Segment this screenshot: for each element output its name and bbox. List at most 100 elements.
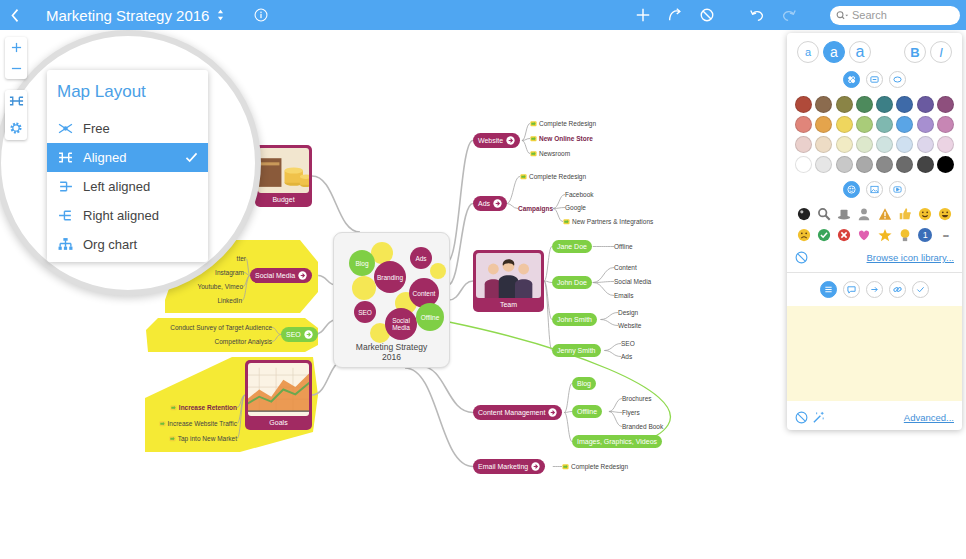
color-swatch[interactable] [937, 96, 954, 113]
color-swatch[interactable] [836, 156, 853, 173]
subtopic-pill[interactable]: Images, Graphics, Videos [572, 435, 662, 448]
color-swatch[interactable] [876, 136, 893, 153]
relation-button[interactable] [664, 4, 686, 26]
layout-option[interactable]: Free [47, 114, 208, 143]
subtopic-text[interactable]: Competitor Analysis [215, 336, 272, 347]
star-icon[interactable] [876, 227, 893, 243]
subtopic-text[interactable]: LinkedIn [217, 295, 242, 306]
notes-editor[interactable] [787, 306, 962, 401]
subtopic-text[interactable]: Tap into New Market [169, 433, 237, 444]
color-swatch[interactable] [815, 156, 832, 173]
color-swatch[interactable] [937, 136, 954, 153]
warning-icon[interactable] [876, 206, 893, 222]
subtopic-pill[interactable]: Offline [572, 405, 602, 418]
color-swatch[interactable] [937, 116, 954, 133]
color-swatch[interactable] [836, 136, 853, 153]
heart-icon[interactable] [856, 227, 873, 243]
color-swatch[interactable] [917, 116, 934, 133]
subtopic-text[interactable]: Complete Redesign [562, 461, 628, 472]
subtopic-text[interactable]: tter [237, 253, 246, 264]
color-swatch[interactable] [896, 136, 913, 153]
search-icon[interactable] [815, 206, 832, 222]
shape-tab[interactable] [889, 71, 906, 88]
map-title[interactable]: Marketing Strategy 2016 [46, 7, 209, 24]
layout-icon[interactable] [9, 95, 24, 107]
note-icon[interactable] [563, 218, 570, 225]
note-icon[interactable] [562, 463, 569, 470]
image-topic[interactable]: Team [473, 250, 544, 312]
branch-topic[interactable]: Content Management [473, 405, 562, 420]
border-tab[interactable] [866, 71, 883, 88]
subtopic-text[interactable]: New Online Store [530, 133, 593, 144]
color-swatch[interactable] [896, 96, 913, 113]
layout-option[interactable]: Aligned [47, 143, 208, 172]
arrow-tab[interactable] [866, 281, 883, 298]
search-field[interactable] [830, 6, 960, 25]
color-swatch[interactable] [917, 96, 934, 113]
advanced-link[interactable]: Advanced... [904, 412, 954, 423]
layout-option[interactable]: Right aligned [47, 201, 208, 230]
branch-topic[interactable]: Ads [473, 196, 507, 211]
subtopic-text[interactable]: Offline [614, 241, 633, 252]
image-topic[interactable]: Budget [255, 145, 312, 207]
subtopic-text[interactable]: SEO [621, 338, 635, 349]
color-swatch[interactable] [917, 156, 934, 173]
image-tab[interactable] [866, 181, 883, 198]
comment-tab[interactable] [843, 281, 860, 298]
font-size-button[interactable]: a [797, 41, 819, 63]
bulb-icon[interactable] [896, 227, 913, 243]
note-icon[interactable] [170, 404, 177, 411]
color-swatch[interactable] [896, 116, 913, 133]
relationship-line[interactable] [449, 322, 670, 443]
color-swatch[interactable] [795, 116, 812, 133]
color-swatch[interactable] [795, 156, 812, 173]
color-swatch[interactable] [836, 96, 853, 113]
subtopic-pill[interactable]: Jane Doe [552, 240, 592, 253]
cross-icon[interactable] [836, 227, 853, 243]
search-input[interactable] [852, 9, 954, 21]
subtopic-text[interactable]: Flyers [622, 407, 640, 418]
note-icon[interactable] [530, 135, 537, 142]
frown-icon[interactable] [795, 227, 812, 243]
number-icon[interactable]: 1 [917, 227, 934, 243]
subtopic-text[interactable]: Design [618, 307, 638, 318]
layout-option[interactable]: Org chart [47, 230, 208, 259]
subtopic-pill[interactable]: Blog [572, 377, 596, 390]
central-topic[interactable]: BlogAdsBrandingContentSEOSocial MediaOff… [333, 232, 450, 368]
add-button[interactable] [632, 4, 654, 26]
subtopic-text[interactable]: Website [618, 320, 641, 331]
expand-arrow-icon[interactable] [298, 271, 307, 280]
task-tab[interactable] [912, 281, 929, 298]
image-topic[interactable]: Goals [245, 360, 312, 430]
note-icon[interactable] [530, 120, 537, 127]
subtopic-text[interactable]: Increase Website Traffic [159, 418, 238, 429]
subtopic-text[interactable]: Social Media [614, 276, 651, 287]
color-swatch[interactable] [815, 116, 832, 133]
subtopic-text[interactable]: New Partners & Integrations [563, 216, 653, 227]
person-icon[interactable] [856, 206, 873, 222]
note-icon[interactable] [169, 435, 176, 442]
zoom-out-icon[interactable] [11, 63, 22, 74]
note-icon[interactable] [159, 420, 166, 427]
clear-format-icon[interactable] [795, 411, 808, 424]
icon-tab[interactable] [843, 181, 860, 198]
smile-icon[interactable] [917, 206, 934, 222]
subtopic-text[interactable]: Complete Redesign [520, 171, 586, 182]
link-tab[interactable] [889, 281, 906, 298]
color-swatch[interactable] [856, 116, 873, 133]
font-size-button[interactable]: a [823, 41, 845, 63]
clear-button[interactable] [696, 4, 718, 26]
thumb-icon[interactable] [896, 206, 913, 222]
info-icon[interactable] [254, 8, 268, 22]
expand-arrow-icon[interactable] [531, 462, 540, 471]
branch-topic[interactable]: Social Media [250, 268, 312, 283]
subtopic-text[interactable]: Instagram [215, 267, 244, 278]
redo-button[interactable] [778, 4, 800, 26]
subtopic-text[interactable]: Brochures [622, 393, 652, 404]
expand-arrow-icon[interactable] [304, 330, 313, 339]
note-icon[interactable] [520, 173, 527, 180]
color-swatch[interactable] [937, 156, 954, 173]
color-swatch[interactable] [876, 116, 893, 133]
expand-arrow-icon[interactable] [493, 199, 502, 208]
subtopic-pill[interactable]: Jenny Smith [552, 344, 601, 357]
